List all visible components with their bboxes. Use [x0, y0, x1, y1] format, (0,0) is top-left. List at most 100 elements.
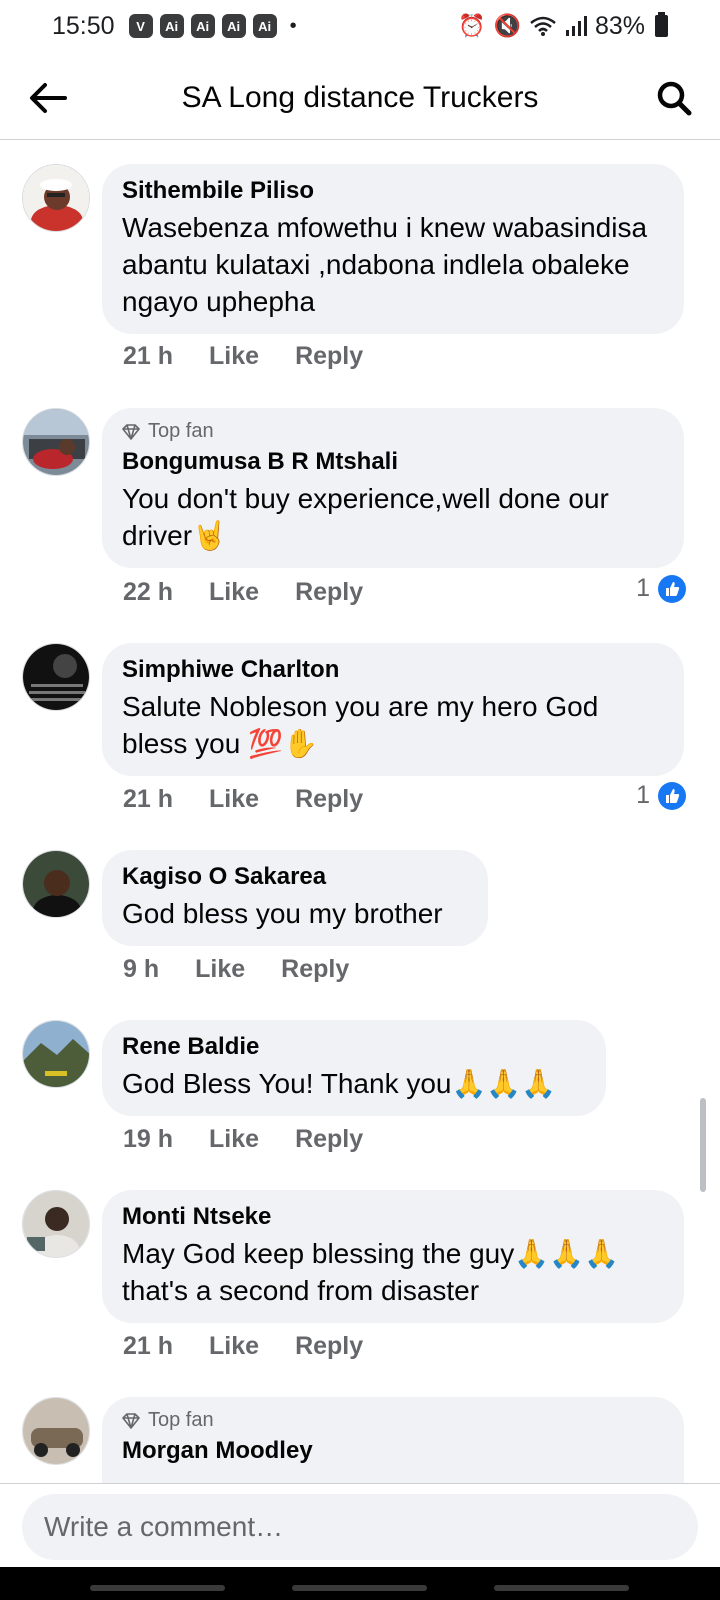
diamond-icon	[122, 423, 140, 440]
comment-bubble: Kagiso O Sakarea God bless you my brothe…	[102, 850, 488, 946]
mute-icon: 🔇	[493, 13, 521, 38]
reply-button[interactable]: Reply	[281, 955, 349, 984]
comment-text-body: that's a second from disaster	[122, 1275, 480, 1306]
ai-badge-icon: Ai	[221, 14, 246, 38]
reply-button[interactable]: Reply	[295, 1125, 363, 1154]
comment-bubble: Top fan Bongumusa B R Mtshali You don't …	[102, 408, 684, 568]
comment-author[interactable]: Bongumusa B R Mtshali	[122, 447, 664, 477]
like-reaction-icon	[658, 781, 686, 810]
comment-actions: 9 h Like Reply	[123, 955, 349, 984]
ai-badge-icon: Ai	[159, 14, 184, 38]
like-button[interactable]: Like	[209, 785, 259, 814]
comment-time[interactable]: 9 h	[123, 955, 159, 984]
notification-icons: V Ai Ai Ai Ai •	[128, 14, 297, 38]
comment-text-body: Salute Nobleson you are my hero God bles…	[122, 691, 599, 759]
praying-hands-emoji: 🙏🙏🙏	[514, 1238, 619, 1269]
avatar[interactable]	[22, 164, 90, 232]
avatar[interactable]	[22, 643, 90, 711]
comment-time[interactable]: 21 h	[123, 342, 173, 371]
comment-author[interactable]: Kagiso O Sakarea	[122, 862, 468, 892]
scrollbar-thumb[interactable]	[700, 1098, 706, 1192]
back-nav-button[interactable]	[494, 1585, 629, 1591]
like-reaction-icon	[658, 574, 686, 603]
avatar[interactable]	[22, 408, 90, 476]
comment-actions: 19 h Like Reply	[123, 1125, 363, 1154]
vivaldi-icon: V	[128, 14, 153, 38]
status-time: 15:50	[52, 11, 115, 40]
avatar[interactable]	[22, 850, 90, 918]
search-button[interactable]	[650, 74, 698, 122]
top-fan-label: Top fan	[148, 1409, 214, 1431]
comment-time[interactable]: 22 h	[123, 578, 173, 607]
back-button[interactable]	[24, 74, 72, 122]
group-header: SA Long distance Truckers	[0, 56, 720, 140]
comment-author[interactable]: Rene Baldie	[122, 1032, 586, 1062]
comment-text: God bless you my brother	[122, 898, 443, 929]
like-button[interactable]: Like	[195, 955, 245, 984]
ai-badge-icon: Ai	[252, 14, 277, 38]
like-button[interactable]: Like	[209, 1125, 259, 1154]
reaction-count[interactable]: 1	[636, 574, 686, 603]
battery-percent: 83%	[594, 11, 645, 40]
praying-hands-emoji: 🙏🙏🙏	[451, 1068, 557, 1099]
hundred-raised-hand-emoji: 💯✋	[248, 728, 318, 759]
comment-text-body: God Bless You! Thank you	[122, 1068, 452, 1099]
comment-time[interactable]: 21 h	[123, 785, 173, 814]
comment-author[interactable]: Sithembile Piliso	[122, 176, 664, 206]
comments-list: Sithembile Piliso Wasebenza mfowethu i k…	[0, 140, 720, 1483]
avatar[interactable]	[22, 1190, 90, 1258]
reply-button[interactable]: Reply	[295, 342, 363, 371]
status-bar: 15:50 V Ai Ai Ai Ai • ⏰ 🔇 83%	[0, 0, 720, 52]
avatar[interactable]	[22, 1020, 90, 1088]
comment-text-body: May God keep blessing the guy	[122, 1238, 515, 1269]
diamond-icon	[122, 1412, 140, 1429]
like-button[interactable]: Like	[209, 1332, 259, 1361]
signal-icon	[565, 16, 587, 36]
comment-time[interactable]: 21 h	[123, 1332, 173, 1361]
comment-actions: 21 h Like Reply	[123, 1332, 363, 1361]
comment-time[interactable]: 19 h	[123, 1125, 173, 1154]
battery-icon	[655, 12, 668, 37]
reaction-number: 1	[636, 781, 650, 809]
system-navigation-bar	[0, 1567, 720, 1600]
home-button[interactable]	[292, 1585, 427, 1591]
rock-hand-emoji: 🤘	[192, 520, 227, 551]
comment-composer	[0, 1483, 720, 1567]
comment-text: Salute Nobleson you are my hero God bles…	[122, 688, 664, 762]
comment-bubble: Simphiwe Charlton Salute Nobleson you ar…	[102, 643, 684, 776]
like-button[interactable]: Like	[209, 342, 259, 371]
comment-text: God Bless You! Thank you🙏🙏🙏	[122, 1065, 586, 1102]
comment-actions: 21 h Like Reply	[123, 342, 363, 371]
page-title: SA Long distance Truckers	[181, 80, 539, 114]
reply-button[interactable]: Reply	[295, 1332, 363, 1361]
comment-text: You don't buy experience,well done our d…	[122, 480, 664, 554]
reply-button[interactable]: Reply	[295, 785, 363, 814]
avatar[interactable]	[22, 1397, 90, 1465]
more-notifications-dot-icon: •	[289, 14, 297, 37]
comment-text: Wasebenza mfowethu i knew wabasindisa ab…	[122, 212, 648, 317]
alarm-icon: ⏰	[458, 13, 486, 38]
like-button[interactable]: Like	[209, 578, 259, 607]
search-icon	[657, 81, 692, 116]
comment-bubble: Rene Baldie God Bless You! Thank you🙏🙏🙏	[102, 1020, 606, 1116]
top-fan-badge: Top fan	[122, 420, 664, 443]
top-fan-badge: Top fan	[122, 1409, 664, 1432]
comment-actions: 21 h Like Reply	[123, 785, 363, 814]
comment-bubble: Top fan Morgan Moodley	[102, 1397, 684, 1483]
arrow-left-icon	[30, 83, 67, 113]
reply-button[interactable]: Reply	[295, 578, 363, 607]
comment-author[interactable]: Simphiwe Charlton	[122, 655, 664, 685]
comment-author[interactable]: Monti Ntseke	[122, 1202, 664, 1232]
comment-bubble: Sithembile Piliso Wasebenza mfowethu i k…	[102, 164, 684, 334]
reaction-count[interactable]: 1	[636, 781, 686, 810]
comment-author[interactable]: Morgan Moodley	[122, 1436, 664, 1466]
recents-button[interactable]	[90, 1585, 225, 1591]
reaction-number: 1	[636, 574, 650, 602]
comment-input[interactable]	[22, 1494, 698, 1560]
comment-text: May God keep blessing the guy🙏🙏🙏 that's a…	[122, 1235, 664, 1309]
ai-badge-icon: Ai	[190, 14, 215, 38]
wifi-icon	[530, 16, 556, 36]
comment-actions: 22 h Like Reply	[123, 578, 363, 607]
comment-bubble: Monti Ntseke May God keep blessing the g…	[102, 1190, 684, 1323]
top-fan-label: Top fan	[148, 420, 214, 442]
